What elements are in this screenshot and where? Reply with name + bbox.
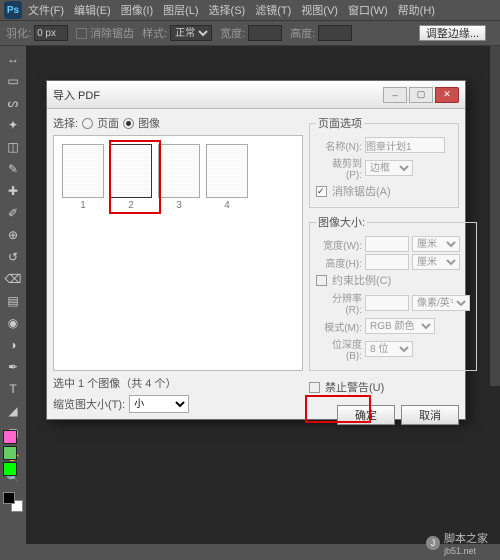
maximize-button[interactable]: ▢ [409,87,433,103]
menu-window[interactable]: 窗口(W) [348,2,388,18]
height-input-2[interactable] [365,254,409,270]
tool-pen[interactable]: ✒ [3,357,23,377]
height-unit[interactable]: 厘米 [412,254,460,270]
height-label-2: 高度(H): [316,255,362,270]
dialog-titlebar[interactable]: 导入 PDF – ▢ ✕ [47,81,465,109]
width-unit[interactable]: 厘米 [412,236,460,252]
height-input[interactable] [318,25,352,41]
res-label: 分辨率(R): [316,290,362,316]
swatch-2[interactable] [3,446,17,460]
menu-view[interactable]: 视图(V) [301,2,338,18]
feather-label: 羽化: [6,25,31,41]
crop-select[interactable]: 边框 [365,160,413,176]
minimize-button[interactable]: – [383,87,407,103]
name-label: 名称(N): [316,138,362,153]
menu-edit[interactable]: 编辑(E) [74,2,111,18]
width-label: 宽度: [220,25,245,41]
tool-marquee[interactable]: ▭ [3,71,23,91]
page-options-legend: 页面选项 [316,115,364,131]
constrain-checkbox[interactable] [316,275,327,286]
depth-select[interactable]: 8 位 [365,341,413,357]
suppress-checkbox[interactable] [309,382,320,393]
menu-file[interactable]: 文件(F) [28,2,64,18]
tool-lasso[interactable]: ᔕ [3,93,23,113]
constrain-label: 约束比例(C) [332,272,391,288]
tool-eraser[interactable]: ⌫ [3,269,23,289]
tool-gradient[interactable]: ▤ [3,291,23,311]
tool-heal[interactable]: ✚ [3,181,23,201]
thumb-size-label: 缩览图大小(T): [53,396,125,412]
swatch-3[interactable] [3,462,17,476]
radio-page-label: 页面 [97,115,119,131]
height-label: 高度: [290,25,315,41]
selection-status: 选中 1 个图像（共 4 个） [53,375,303,391]
tool-dodge[interactable]: ◑ [3,335,23,355]
radio-page[interactable] [82,118,93,129]
res-unit[interactable]: 像素/英寸 [412,295,470,311]
tool-crop[interactable]: ◫ [3,137,23,157]
tool-path[interactable]: ◢ [3,401,23,421]
thumbnail-list: 1 2 3 4 [53,135,303,371]
watermark-text: 脚本之家 [444,530,488,546]
antialias-checkbox-2[interactable] [316,186,327,197]
res-input[interactable] [365,295,409,311]
antialias-label-2: 消除锯齿(A) [332,183,391,199]
image-size-group: 图像大小: 宽度(W): 厘米 高度(H): 厘米 约束比例(C) 分辨率(R): 像… [309,214,477,371]
cancel-button[interactable]: 取消 [401,405,459,425]
swatch-1[interactable] [3,430,17,444]
radio-image-label: 图像 [138,115,160,131]
image-size-legend: 图像大小: [316,214,367,230]
menu-layer[interactable]: 图层(L) [163,2,198,18]
radio-image[interactable] [123,118,134,129]
tool-history[interactable]: ↺ [3,247,23,267]
page-thumb-3[interactable]: 3 [158,144,200,211]
ok-button[interactable]: 确定 [337,405,395,425]
close-button[interactable]: ✕ [435,87,459,103]
color-swatch[interactable] [3,492,23,512]
import-pdf-dialog: 导入 PDF – ▢ ✕ 选择: 页面 图像 1 2 3 4 选中 1 个图像（… [46,80,466,420]
page-thumb-4[interactable]: 4 [206,144,248,211]
page-thumb-1[interactable]: 1 [62,144,104,211]
swatch-panel [3,430,17,476]
feather-input[interactable] [34,25,68,41]
tool-brush[interactable]: ✐ [3,203,23,223]
page-thumb-2[interactable]: 2 [110,144,152,211]
crop-label: 裁剪到(P): [316,155,362,181]
thumb-size-select[interactable]: 小 [129,395,189,413]
width-input[interactable] [248,25,282,41]
style-label: 样式: [142,25,167,41]
style-select[interactable]: 正常 [170,25,212,41]
width-input-2[interactable] [365,236,409,252]
watermark-icon: J [426,536,440,550]
dialog-title: 导入 PDF [53,87,381,103]
menu-select[interactable]: 选择(S) [209,2,246,18]
tool-type[interactable]: T [3,379,23,399]
watermark-url: jb51.net [444,546,488,556]
menu-help[interactable]: 帮助(H) [398,2,435,18]
tool-eyedropper[interactable]: ✎ [3,159,23,179]
depth-label: 位深度(B): [316,336,362,362]
tool-wand[interactable]: ✦ [3,115,23,135]
tool-blur[interactable]: ◉ [3,313,23,333]
refine-edge-button[interactable]: 调整边缘... [419,25,486,41]
select-label: 选择: [53,115,78,131]
page-options-group: 页面选项 名称(N): 裁剪到(P):边框 消除锯齿(A) [309,115,459,208]
tool-move[interactable]: ↔ [3,49,23,69]
tool-stamp[interactable]: ⊕ [3,225,23,245]
menu-image[interactable]: 图像(I) [121,2,153,18]
name-input[interactable] [365,137,445,153]
options-bar: 羽化: 消除锯齿 样式:正常 宽度: 高度: 调整边缘... [0,20,500,46]
antialias-checkbox[interactable] [76,28,87,39]
suppress-label: 禁止警告(U) [325,379,384,395]
mode-select[interactable]: RGB 颜色 [365,318,435,334]
menu-bar: Ps 文件(F) 编辑(E) 图像(I) 图层(L) 选择(S) 滤镜(T) 视… [0,0,500,20]
antialias-label: 消除锯齿 [90,25,134,41]
width-label-2: 宽度(W): [316,237,362,252]
mode-label: 模式(M): [316,319,362,334]
watermark: J 脚本之家 jb51.net [426,530,488,556]
app-logo: Ps [4,1,22,19]
menu-filter[interactable]: 滤镜(T) [255,2,291,18]
panel-dock[interactable] [490,46,500,386]
